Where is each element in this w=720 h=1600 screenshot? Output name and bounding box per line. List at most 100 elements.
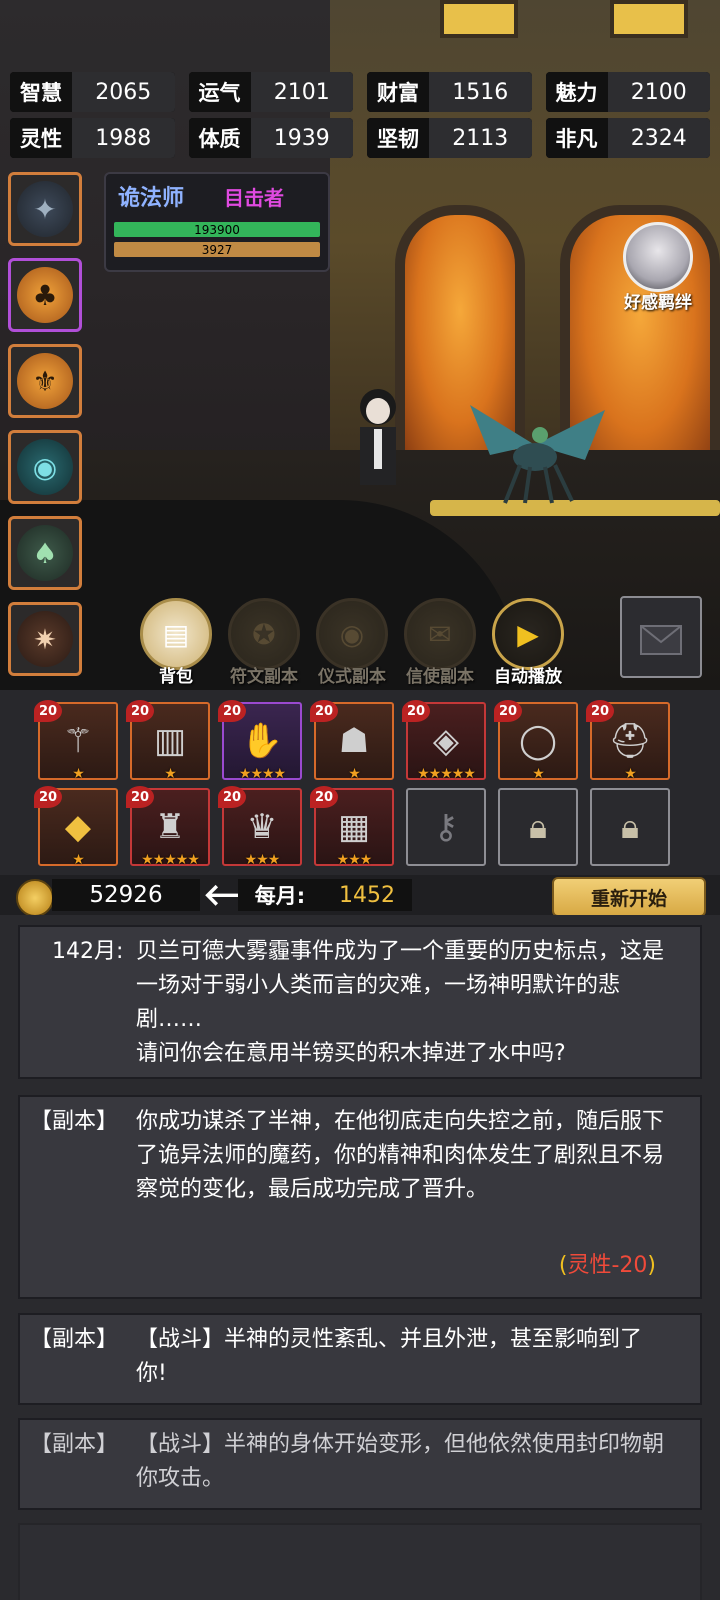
item-level: 20	[402, 700, 430, 722]
log-entry-body: 你成功谋杀了半神，在他彻底走向失控之前，随后服下了诡异法师的魔药，你的精神和肉体…	[136, 1109, 665, 1202]
inventory-item[interactable]: ▥ 20 ★	[126, 700, 210, 782]
stat-value: 2113	[429, 118, 532, 158]
item-level: 20	[310, 700, 338, 722]
item-level: 20	[218, 786, 246, 808]
item-stars: ★	[624, 766, 637, 782]
skill-slot-5[interactable]: ♠	[8, 516, 82, 590]
item-stars: ★★★	[244, 852, 281, 868]
lantern-icon: ◆	[64, 807, 92, 847]
backpack-icon: ▤	[140, 598, 212, 670]
inventory-item[interactable]: ♛ 20 ★★★	[218, 786, 302, 868]
action-label: 背包	[159, 667, 193, 687]
item-stars: ★	[72, 766, 85, 782]
character-title: 目击者	[224, 186, 284, 210]
mail-button[interactable]	[620, 596, 702, 678]
item-level: 20	[34, 700, 62, 722]
inventory-item[interactable]: ⚚ 20 ★	[34, 700, 118, 782]
item-stars: ★	[348, 766, 361, 782]
log-entry-head: 【副本】	[30, 1432, 119, 1457]
item-stars: ★★★★★	[417, 766, 476, 782]
item-stars: ★★★★★	[141, 852, 200, 868]
rune-dungeon-button[interactable]: ✪ 符文副本	[226, 598, 302, 687]
inventory-panel: ⚚ 20 ★ ▥ 20 ★ ✋ 20 ★★★★ ☗ 20 ★ ◈ 20 ★★★★★ ◯ 20 ★ ⛑ 20…	[0, 690, 720, 875]
item-stars: ★	[164, 766, 177, 782]
skill-slot-1[interactable]: ✦	[8, 172, 82, 246]
stat-value: 1988	[72, 118, 175, 158]
spirituality-change: (灵性-20)	[558, 1253, 656, 1278]
star-icon: ✷	[17, 611, 73, 667]
staff-icon: ⚚	[62, 721, 94, 761]
ritual-dungeon-button[interactable]: ◉ 仪式副本	[314, 598, 390, 687]
rune-icon: ⚜	[17, 353, 73, 409]
character-panel: 诡法师 目击者 193900 3927	[104, 172, 330, 272]
skill-slot-3[interactable]: ⚜	[8, 344, 82, 418]
messenger-dungeon-button[interactable]: ✉ 信使副本	[402, 598, 478, 687]
stat-value: 2065	[72, 72, 175, 112]
mask-icon: ☗	[338, 721, 370, 761]
stat-constitution: 体质 1939	[188, 118, 353, 158]
inventory-item[interactable]: ☗ 20 ★	[310, 700, 394, 782]
item-level: 20	[494, 700, 522, 722]
stat-label: 魅力	[545, 72, 608, 112]
locked-slot[interactable]: 🔒︎	[590, 788, 670, 866]
tree-icon: ♣	[17, 267, 73, 323]
stat-luck: 运气 2101	[188, 72, 353, 112]
restart-button[interactable]: 重新开始	[552, 877, 706, 917]
stat-extraordinary: 非凡 2324	[545, 118, 710, 158]
item-level: 20	[218, 700, 246, 722]
item-level: 20	[586, 700, 614, 722]
stat-label: 非凡	[545, 118, 608, 158]
crown-ring-icon: ♛	[246, 807, 278, 847]
skill-slot-6[interactable]: ✷	[8, 602, 82, 676]
messenger-dungeon-icon: ✉	[404, 598, 476, 670]
inventory-item[interactable]: ⛑ 20 ★	[586, 700, 670, 782]
action-label: 自动播放	[494, 667, 562, 687]
padlock-icon: 🔒︎	[620, 807, 640, 847]
compass-icon: ✦	[17, 181, 73, 237]
locked-slot[interactable]: 🔒︎	[498, 788, 578, 866]
event-log[interactable]: 142月: 贝兰可德大雾霾事件成为了一个重要的历史标点，这是一场对于弱小人类而言…	[0, 915, 720, 1600]
stat-charm: 魅力 2100	[545, 72, 710, 112]
gauntlet-icon: ✋	[240, 721, 284, 761]
skill-slot-2[interactable]: ♣	[8, 258, 82, 332]
action-label: 信使副本	[406, 667, 474, 687]
inventory-item[interactable]: ▦ 20 ★★★	[310, 786, 394, 868]
stat-label: 体质	[188, 118, 251, 158]
affinity-button[interactable]: 好感羁绊	[617, 222, 699, 313]
item-level: 20	[310, 786, 338, 808]
artifact-icon: ♜	[154, 807, 186, 847]
log-entry-body: 【战斗】半神的身体开始变形，但他依然使用封印物朝你攻击。	[136, 1432, 665, 1491]
item-stars: ★★★	[336, 852, 373, 868]
mp-bar: 3927	[114, 242, 320, 257]
coin-icon	[16, 879, 54, 917]
log-entry: 142月: 贝兰可德大雾霾事件成为了一个重要的历史标点，这是一场对于弱小人类而言…	[18, 925, 702, 1079]
stat-wealth: 财富 1516	[367, 72, 532, 112]
inventory-item[interactable]: ◯ 20 ★	[494, 700, 578, 782]
window	[440, 0, 518, 38]
inventory-item[interactable]: ✋ 20 ★★★★	[218, 700, 302, 782]
eye-orb-icon: ◉	[17, 439, 73, 495]
log-entry: 【副本】 你成功谋杀了半神，在他彻底走向失控之前，随后服下了诡异法师的魔药，你的…	[18, 1095, 702, 1299]
play-icon: ▶	[492, 598, 564, 670]
log-entry-body: 【战斗】半神的灵性紊乱、并且外泄，甚至影响到了你!	[136, 1327, 643, 1386]
envelope-icon	[640, 625, 682, 655]
stat-label: 智慧	[10, 72, 72, 112]
skill-slot-4[interactable]: ◉	[8, 430, 82, 504]
log-entry-head: 【副本】	[30, 1109, 119, 1134]
leaf-icon: ♠	[17, 525, 73, 581]
change-text: 灵性-20	[567, 1253, 648, 1278]
affinity-label: 好感羁绊	[624, 293, 692, 313]
backpack-button[interactable]: ▤ 背包	[138, 598, 214, 687]
empty-slot[interactable]: ⚷	[406, 788, 486, 866]
hp-bar: 193900	[114, 222, 320, 237]
inventory-item[interactable]: ◈ 20 ★★★★★	[402, 700, 486, 782]
log-entry-body: 贝兰可德大雾霾事件成为了一个重要的历史标点，这是一场对于弱小人类而言的灾难，一场…	[136, 939, 665, 1066]
stat-value: 1516	[429, 72, 532, 112]
ritual-dungeon-icon: ◉	[316, 598, 388, 670]
inventory-item[interactable]: ◆ 20 ★	[34, 786, 118, 868]
autoplay-button[interactable]: ▶ 自动播放	[490, 598, 566, 687]
stat-value: 2100	[607, 72, 710, 112]
inventory-item[interactable]: ♜ 20 ★★★★★	[126, 786, 210, 868]
tome-icon: ▦	[337, 807, 371, 847]
log-entry: 【副本】 【战斗】半神的身体开始变形，但他依然使用封印物朝你攻击。	[18, 1418, 702, 1510]
